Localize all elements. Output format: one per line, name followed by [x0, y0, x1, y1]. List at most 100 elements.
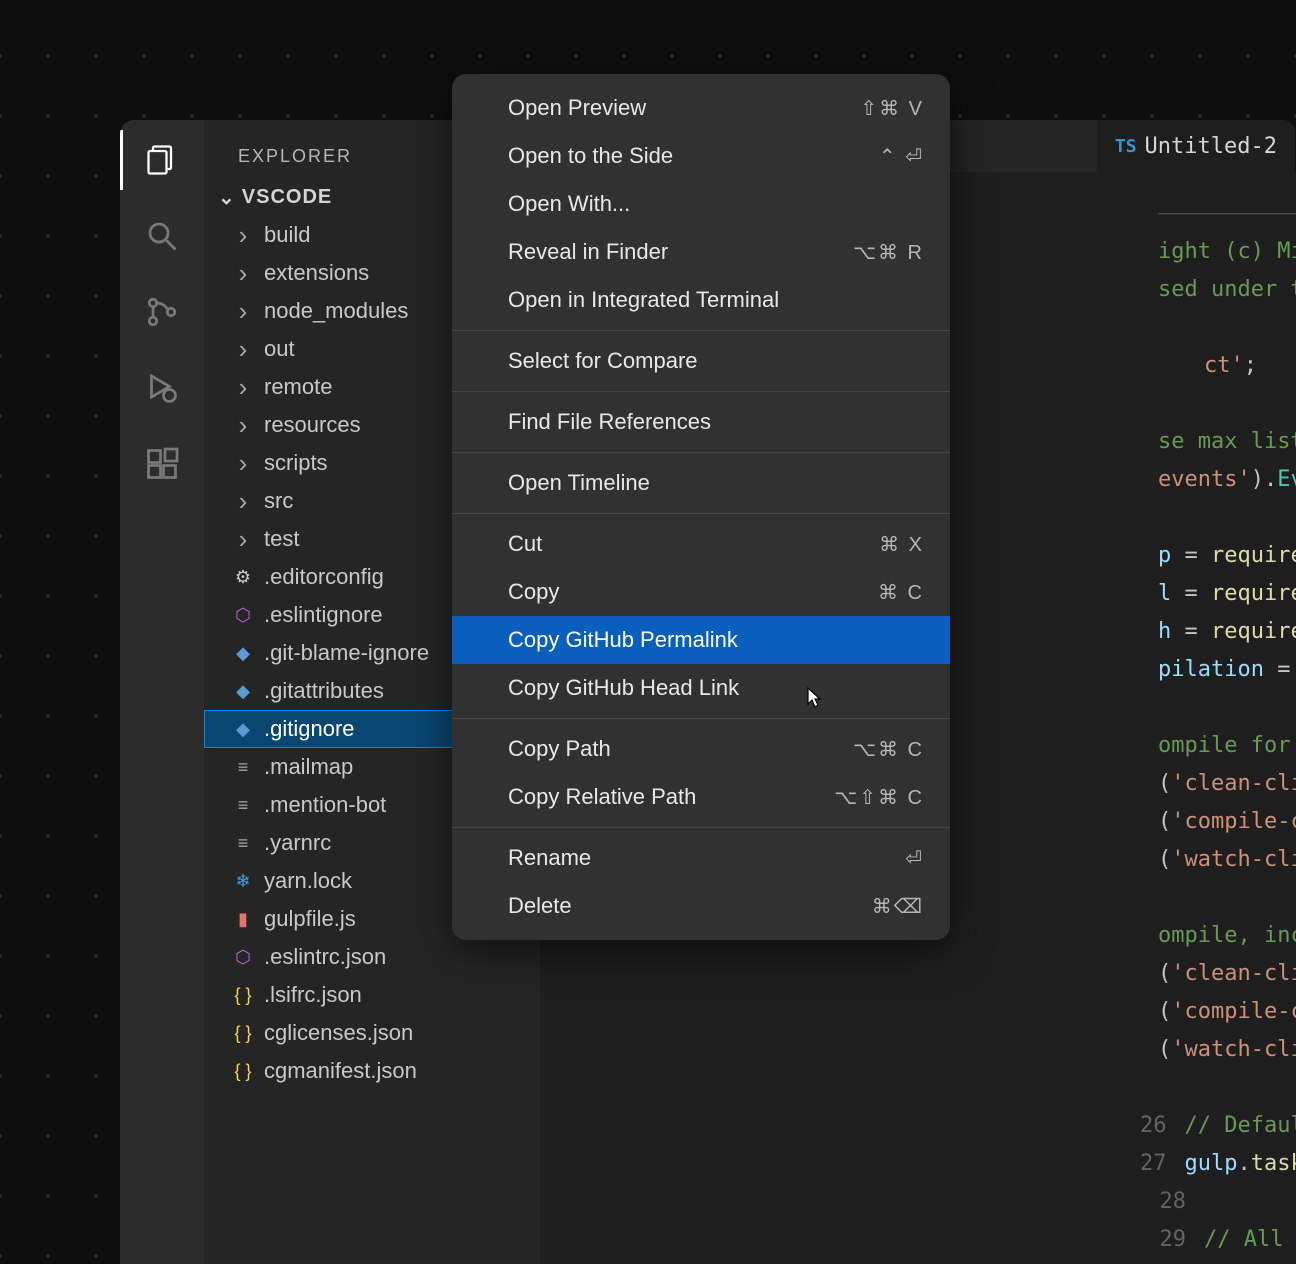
tree-item-label: scripts: [264, 450, 328, 476]
chevron-right-icon: ›: [232, 528, 254, 550]
menu-item[interactable]: Open in Integrated Terminal: [452, 276, 950, 324]
file-item[interactable]: ⬡.eslintrc.json: [204, 938, 540, 976]
menu-item[interactable]: Copy GitHub Permalink: [452, 616, 950, 664]
menu-item[interactable]: Copy Relative Path ⌥⇧⌘ C: [452, 773, 950, 821]
chevron-right-icon: ›: [232, 452, 254, 474]
menu-item-label: Select for Compare: [508, 348, 698, 374]
file-icon: ◆: [232, 718, 254, 740]
menu-separator: [452, 513, 950, 514]
tree-item-label: extensions: [264, 260, 369, 286]
menu-item[interactable]: Open to the Side⌃ ⏎: [452, 132, 950, 180]
code-line: ('watch-client': [1140, 840, 1296, 878]
file-icon: ◆: [232, 642, 254, 664]
menu-item-shortcut: ⌥⇧⌘ C: [834, 785, 924, 810]
code-text: ('compile-clie: [1158, 809, 1296, 834]
menu-item[interactable]: Reveal in Finder⌥⌘ R: [452, 228, 950, 276]
chevron-right-icon: ›: [232, 490, 254, 512]
file-item[interactable]: { } cgmanifest.json: [204, 1052, 540, 1090]
tree-item-label: .mention-bot: [264, 792, 386, 818]
code-line: [1140, 1068, 1296, 1106]
code-line: l = require('.: [1140, 574, 1296, 612]
tree-item-label: out: [264, 336, 295, 362]
menu-separator: [452, 391, 950, 392]
menu-item[interactable]: Copy⌘ C: [452, 568, 950, 616]
code-text: // All: [1204, 1227, 1283, 1252]
menu-item[interactable]: Cut ⌘ X: [452, 520, 950, 568]
menu-item[interactable]: Select for Compare: [452, 337, 950, 385]
extensions-icon[interactable]: [140, 442, 184, 486]
menu-item[interactable]: Open Preview⇧⌘ V: [452, 84, 950, 132]
chevron-right-icon: ›: [232, 262, 254, 284]
chevron-right-icon: ›: [232, 224, 254, 246]
line-number: 29: [1140, 1227, 1204, 1252]
menu-separator: [452, 827, 950, 828]
menu-item-shortcut: ⌘ X: [879, 532, 924, 557]
menu-item[interactable]: Open With...: [452, 180, 950, 228]
code-text: events').Event: [1158, 467, 1296, 492]
line-number: 28: [1140, 1189, 1204, 1214]
code-text: l = require('.: [1158, 581, 1296, 606]
menu-item-label: Open in Integrated Terminal: [508, 287, 779, 313]
code-text: ompile, includ: [1158, 923, 1296, 948]
tree-item-label: .git-blame-ignore: [264, 640, 429, 666]
tree-item-label: .eslintrc.json: [264, 944, 386, 970]
code-line: ('compile-clie: [1140, 992, 1296, 1030]
code-line: ('compile-clie: [1140, 802, 1296, 840]
code-text: ct';: [1204, 353, 1257, 378]
context-menu: Open Preview⇧⌘ VOpen to the Side⌃ ⏎Open …: [452, 74, 950, 940]
menu-item[interactable]: Delete⌘⌫: [452, 882, 950, 930]
code-text: ompile for dev: [1158, 733, 1296, 758]
code-text: pilation = re: [1158, 657, 1296, 682]
menu-item[interactable]: Open Timeline: [452, 459, 950, 507]
menu-item-shortcut: ⏎: [905, 846, 924, 871]
tree-item-label: cglicenses.json: [264, 1020, 413, 1046]
tree-item-label: remote: [264, 374, 332, 400]
explorer-icon[interactable]: [140, 138, 184, 182]
menu-item-label: Cut: [508, 531, 542, 557]
menu-item-label: Open to the Side: [508, 143, 673, 169]
source-control-icon[interactable]: [140, 290, 184, 334]
menu-item-shortcut: ⌥⌘ C: [853, 737, 924, 762]
line-number: 27: [1140, 1151, 1185, 1176]
code-line: events').Event: [1140, 460, 1296, 498]
tree-item-label: .gitattributes: [264, 678, 384, 704]
code-line: ————————————————————————: [1140, 194, 1296, 232]
tree-item-label: cgmanifest.json: [264, 1058, 417, 1084]
code-line: 28: [1140, 1182, 1296, 1220]
code-text: ('watch-client': [1158, 847, 1296, 872]
menu-item-label: Copy: [508, 579, 559, 605]
code-text: h = require('p: [1158, 619, 1296, 644]
menu-item[interactable]: Copy GitHub Head Link: [452, 664, 950, 712]
search-icon[interactable]: [140, 214, 184, 258]
code-line: pilation = re: [1140, 650, 1296, 688]
tree-item-label: test: [264, 526, 299, 552]
menu-item-label: Copy Relative Path: [508, 784, 696, 810]
menu-item-label: Find File References: [508, 409, 711, 435]
file-item[interactable]: { }.lsifrc.json: [204, 976, 540, 1014]
run-debug-icon[interactable]: [140, 366, 184, 410]
file-icon: { }: [232, 1060, 254, 1082]
tab-untitled-2[interactable]: TS Untitled-2: [1097, 120, 1296, 172]
code-line: 29// All: [1140, 1220, 1296, 1258]
menu-item[interactable]: Copy Path ⌥⌘ C: [452, 725, 950, 773]
menu-item[interactable]: Rename⏎: [452, 834, 950, 882]
file-icon: ≡: [232, 832, 254, 854]
file-icon: { }: [232, 1022, 254, 1044]
menu-item-label: Copy Path: [508, 736, 611, 762]
file-icon: ▮: [232, 908, 254, 930]
code-line: se max listene: [1140, 422, 1296, 460]
code-line: p = require('g: [1140, 536, 1296, 574]
menu-separator: [452, 718, 950, 719]
chevron-right-icon: ›: [232, 376, 254, 398]
file-item[interactable]: { } cglicenses.json: [204, 1014, 540, 1052]
menu-item[interactable]: Find File References: [452, 398, 950, 446]
code-line: [1140, 308, 1296, 346]
code-line: 27gulp.task('default', [: [1140, 1144, 1296, 1182]
menu-item-shortcut: ⌥⌘ R: [853, 240, 924, 265]
menu-item-label: Copy GitHub Permalink: [508, 627, 738, 653]
chevron-right-icon: ›: [232, 414, 254, 436]
code-line: [1140, 384, 1296, 422]
code-line: [1140, 688, 1296, 726]
tree-item-label: build: [264, 222, 310, 248]
tree-item-label: src: [264, 488, 293, 514]
